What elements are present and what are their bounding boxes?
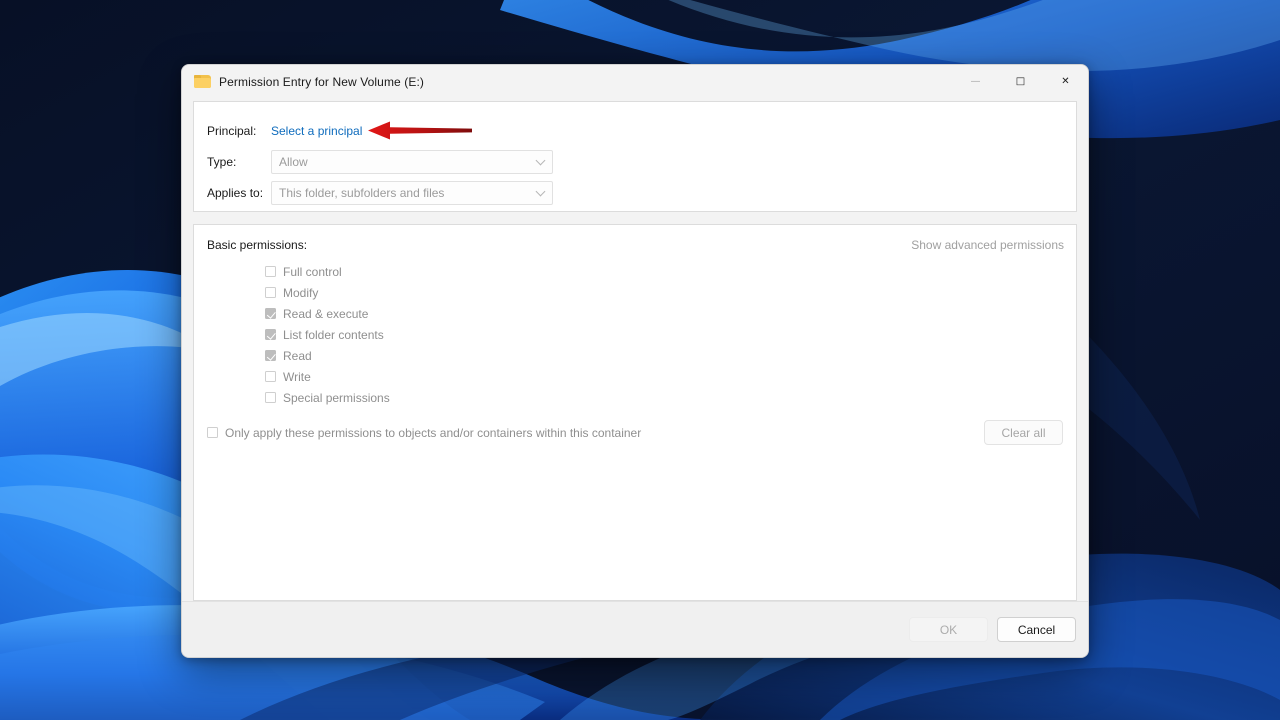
checkbox-special-permissions[interactable]	[265, 392, 276, 403]
chevron-down-icon	[536, 155, 546, 165]
permission-label: Read & execute	[283, 307, 368, 321]
permission-label: Special permissions	[283, 391, 390, 405]
checkbox-read-execute[interactable]	[265, 308, 276, 319]
permission-row-write[interactable]: Write	[265, 366, 1064, 387]
window-controls: — □ ✕	[953, 65, 1088, 98]
checkbox-list-folder-contents[interactable]	[265, 329, 276, 340]
folder-icon	[194, 75, 211, 89]
title-bar[interactable]: Permission Entry for New Volume (E:) — □…	[182, 65, 1088, 98]
maximize-button[interactable]: □	[998, 65, 1043, 98]
principal-row: Principal: Select a principal	[207, 115, 1076, 146]
permission-entry-dialog: Permission Entry for New Volume (E:) — □…	[181, 64, 1089, 658]
principal-panel: Principal: Select a principal Type: Allo…	[193, 101, 1077, 212]
basic-permissions-label: Basic permissions:	[207, 238, 307, 252]
permission-row-full-control[interactable]: Full control	[265, 261, 1064, 282]
close-icon: ✕	[1061, 77, 1069, 87]
applies-to-value: This folder, subfolders and files	[272, 186, 444, 200]
permission-row-read[interactable]: Read	[265, 345, 1064, 366]
dialog-body: Principal: Select a principal Type: Allo…	[182, 98, 1088, 601]
window-title: Permission Entry for New Volume (E:)	[219, 75, 424, 89]
permission-label: List folder contents	[283, 328, 384, 342]
checkbox-modify[interactable]	[265, 287, 276, 298]
cancel-button[interactable]: Cancel	[997, 617, 1076, 642]
permission-row-list-folder-contents[interactable]: List folder contents	[265, 324, 1064, 345]
type-label: Type:	[207, 155, 269, 169]
type-dropdown[interactable]: Allow	[271, 150, 553, 174]
permission-label: Write	[283, 370, 311, 384]
checkbox-full-control[interactable]	[265, 266, 276, 277]
desktop: Permission Entry for New Volume (E:) — □…	[0, 0, 1280, 720]
permissions-list: Full control Modify Read & execute List …	[207, 261, 1064, 408]
checkbox-write[interactable]	[265, 371, 276, 382]
permission-label: Read	[283, 349, 312, 363]
applies-to-label: Applies to:	[207, 186, 269, 200]
only-apply-label: Only apply these permissions to objects …	[225, 426, 641, 440]
permissions-header: Basic permissions: Show advanced permiss…	[207, 238, 1064, 252]
type-row: Type: Allow	[207, 146, 1076, 177]
principal-label: Principal:	[207, 124, 269, 138]
maximize-icon: □	[1016, 77, 1025, 87]
permission-row-special-permissions[interactable]: Special permissions	[265, 387, 1064, 408]
show-advanced-permissions-link[interactable]: Show advanced permissions	[911, 238, 1064, 252]
permissions-panel: Basic permissions: Show advanced permiss…	[193, 224, 1077, 601]
clear-all-button[interactable]: Clear all	[984, 420, 1063, 445]
permission-row-modify[interactable]: Modify	[265, 282, 1064, 303]
close-button[interactable]: ✕	[1043, 65, 1088, 98]
permission-label: Modify	[283, 286, 318, 300]
ok-button[interactable]: OK	[909, 617, 988, 642]
minimize-button[interactable]: —	[953, 65, 998, 98]
select-a-principal-link[interactable]: Select a principal	[271, 124, 362, 138]
applies-to-row: Applies to: This folder, subfolders and …	[207, 177, 1076, 208]
only-apply-checkbox-group[interactable]: Only apply these permissions to objects …	[207, 426, 641, 440]
dialog-footer: OK Cancel	[182, 601, 1088, 657]
minimize-icon: —	[971, 77, 981, 87]
permission-label: Full control	[283, 265, 342, 279]
checkbox-read[interactable]	[265, 350, 276, 361]
type-value: Allow	[272, 155, 308, 169]
only-apply-row: Only apply these permissions to objects …	[207, 420, 1064, 445]
checkbox-only-apply-to-container[interactable]	[207, 427, 218, 438]
chevron-down-icon	[536, 186, 546, 196]
permission-row-read-execute[interactable]: Read & execute	[265, 303, 1064, 324]
applies-to-dropdown[interactable]: This folder, subfolders and files	[271, 181, 553, 205]
